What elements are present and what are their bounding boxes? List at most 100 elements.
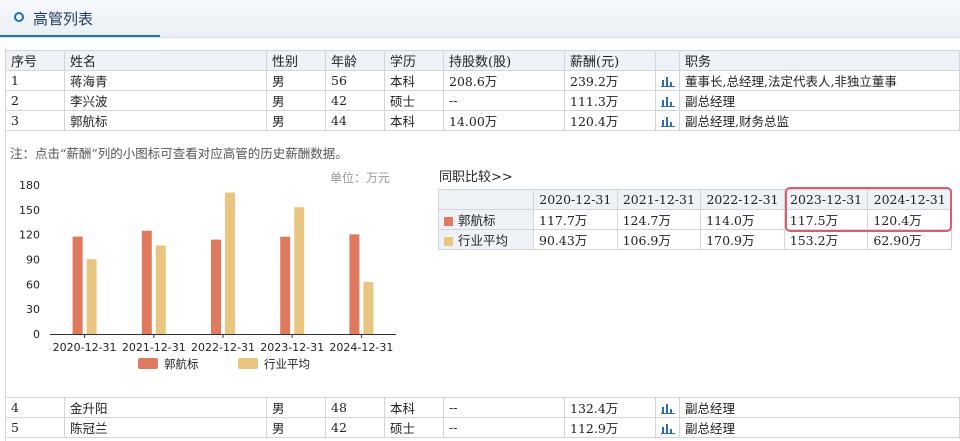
y-tick-label: 180 <box>20 179 40 192</box>
salary: 239.2万 <box>564 70 656 91</box>
executive-name: 陈冠兰 <box>64 417 267 438</box>
comparison-corner <box>438 189 534 210</box>
bar-person <box>280 236 291 334</box>
shares: -- <box>443 397 565 418</box>
col-header-shares: 持股数(股) <box>443 50 565 71</box>
highlight-box <box>785 187 952 232</box>
table-header-row: 序号 姓名 性别 年龄 学历 持股数(股) 薪酬(元) 职务 <box>5 50 960 71</box>
role: 副总经理,财务总监 <box>679 110 960 131</box>
col-header-role: 职务 <box>679 50 960 71</box>
shares: -- <box>443 417 565 438</box>
row-number: 1 <box>5 70 65 91</box>
bar-person <box>72 236 83 334</box>
executive-name: 李兴波 <box>64 90 267 111</box>
x-tick-label: 2023-12-31 <box>260 341 324 354</box>
education: 本科 <box>384 397 444 418</box>
comparison-row-industry: 行业平均 90.43万 106.9万 170.9万 153.2万 62.90万 <box>438 229 952 250</box>
legend-label: 行业平均 <box>264 357 310 371</box>
gender: 男 <box>266 110 326 131</box>
chart-unit-label: 单位：万元 <box>330 171 391 185</box>
col-header-salary: 薪酬(元) <box>564 50 656 71</box>
comparison-year: 2020-12-31 <box>533 189 618 210</box>
y-tick-label: 90 <box>26 254 40 267</box>
gender: 男 <box>266 90 326 111</box>
header-underline <box>0 35 160 37</box>
salary-history-cell <box>655 70 680 91</box>
comparison-cell: 90.43万 <box>533 229 618 250</box>
executive-name: 蒋海青 <box>64 70 267 91</box>
x-tick-label: 2022-12-31 <box>191 341 255 354</box>
col-header-no: 序号 <box>5 50 65 71</box>
salary-history-cell <box>655 397 680 418</box>
shares: -- <box>443 90 565 111</box>
table-row: 3 郭航标男 44 本科 14.00万 120.4万 副总经理,财务总监 <box>5 110 960 131</box>
bar-person <box>141 230 152 334</box>
gender: 男 <box>266 417 326 438</box>
salary-history-cell <box>655 90 680 111</box>
y-tick-label: 0 <box>33 328 40 341</box>
bar-person <box>211 239 221 334</box>
gender: 男 <box>266 70 326 91</box>
legend-swatch-icon <box>444 217 453 226</box>
role: 副总经理 <box>679 397 960 418</box>
role: 副总经理 <box>679 417 960 438</box>
comparison-cell: 106.9万 <box>616 229 702 250</box>
y-tick-label: 60 <box>26 278 40 291</box>
col-header-education: 学历 <box>384 50 444 71</box>
bar-industry <box>294 207 305 334</box>
bar-industry <box>363 281 374 334</box>
row-number: 5 <box>5 417 65 438</box>
circle-bullet-icon <box>14 12 24 22</box>
row-number: 3 <box>5 110 65 131</box>
table-row: 1 蒋海青男 56 本科 208.6万 239.2万 董事长,总经理,法定代表人,非独立董事 <box>5 70 960 91</box>
table-row: 4 金升阳男 48 本科 -- 132.4万 副总经理 <box>5 397 960 418</box>
comparison-year: 2022-12-31 <box>700 189 785 210</box>
executives-table: 序号 姓名 性别 年龄 学历 持股数(股) 薪酬(元) 职务 1 蒋海青男 56 本科… <box>5 50 960 131</box>
comparison-year: 2021-12-31 <box>616 189 702 210</box>
comparison-cell: 124.7万 <box>616 209 702 230</box>
bar-chart-icon[interactable] <box>661 116 675 127</box>
executive-name: 郭航标 <box>64 110 267 131</box>
bar-chart-icon[interactable] <box>661 76 675 87</box>
salary: 120.4万 <box>564 110 656 131</box>
age: 48 <box>325 397 385 418</box>
salary: 112.9万 <box>564 417 656 438</box>
col-header-age: 年龄 <box>325 50 385 71</box>
bar-industry <box>155 245 166 334</box>
bar-chart-icon[interactable] <box>661 423 675 434</box>
col-header-gender: 性别 <box>266 50 326 71</box>
age: 42 <box>325 417 385 438</box>
salary-bar-chart: 0 30 60 90 120 150 180 2020-12-31 2021-12-31 2022… <box>20 179 396 371</box>
table-row: 2 李兴波男 42 硕士 -- 111.3万 副总经理 <box>5 90 960 111</box>
salary-history-cell <box>655 110 680 131</box>
section-title: 高管列表 <box>33 10 94 28</box>
comparison-row-label: 行业平均 <box>438 229 534 250</box>
executive-name: 金升阳 <box>64 397 267 418</box>
shares: 14.00万 <box>443 110 565 131</box>
col-header-chart <box>655 50 680 71</box>
education: 本科 <box>384 70 444 91</box>
legend-swatch <box>238 358 258 369</box>
table-row: 5 陈冠兰男 42 硕士 -- 112.9万 副总经理 <box>5 417 960 438</box>
salary-history-cell <box>655 417 680 438</box>
legend-label: 郭航标 <box>164 357 199 371</box>
education: 硕士 <box>384 417 444 438</box>
bar-chart-icon[interactable] <box>661 96 675 107</box>
age: 44 <box>325 110 385 131</box>
comparison-cell: 62.90万 <box>867 229 952 250</box>
y-tick-label: 150 <box>20 204 40 217</box>
gender: 男 <box>266 397 326 418</box>
age: 56 <box>325 70 385 91</box>
bar-chart-icon[interactable] <box>661 403 675 414</box>
x-tick-label: 2024-12-31 <box>329 341 393 354</box>
bar-industry <box>86 259 97 334</box>
legend-swatch-icon <box>444 237 453 246</box>
salary-note: 注：点击“薪酬”列的小图标可查看对应高管的历史薪酬数据。 <box>10 146 348 161</box>
comparison-cell: 153.2万 <box>783 229 869 250</box>
education: 本科 <box>384 110 444 131</box>
bar-person <box>349 234 360 334</box>
peer-comparison-link[interactable]: 同职比较>> <box>439 166 513 185</box>
role: 副总经理 <box>679 90 960 111</box>
shares: 208.6万 <box>443 70 565 91</box>
age: 42 <box>325 90 385 111</box>
